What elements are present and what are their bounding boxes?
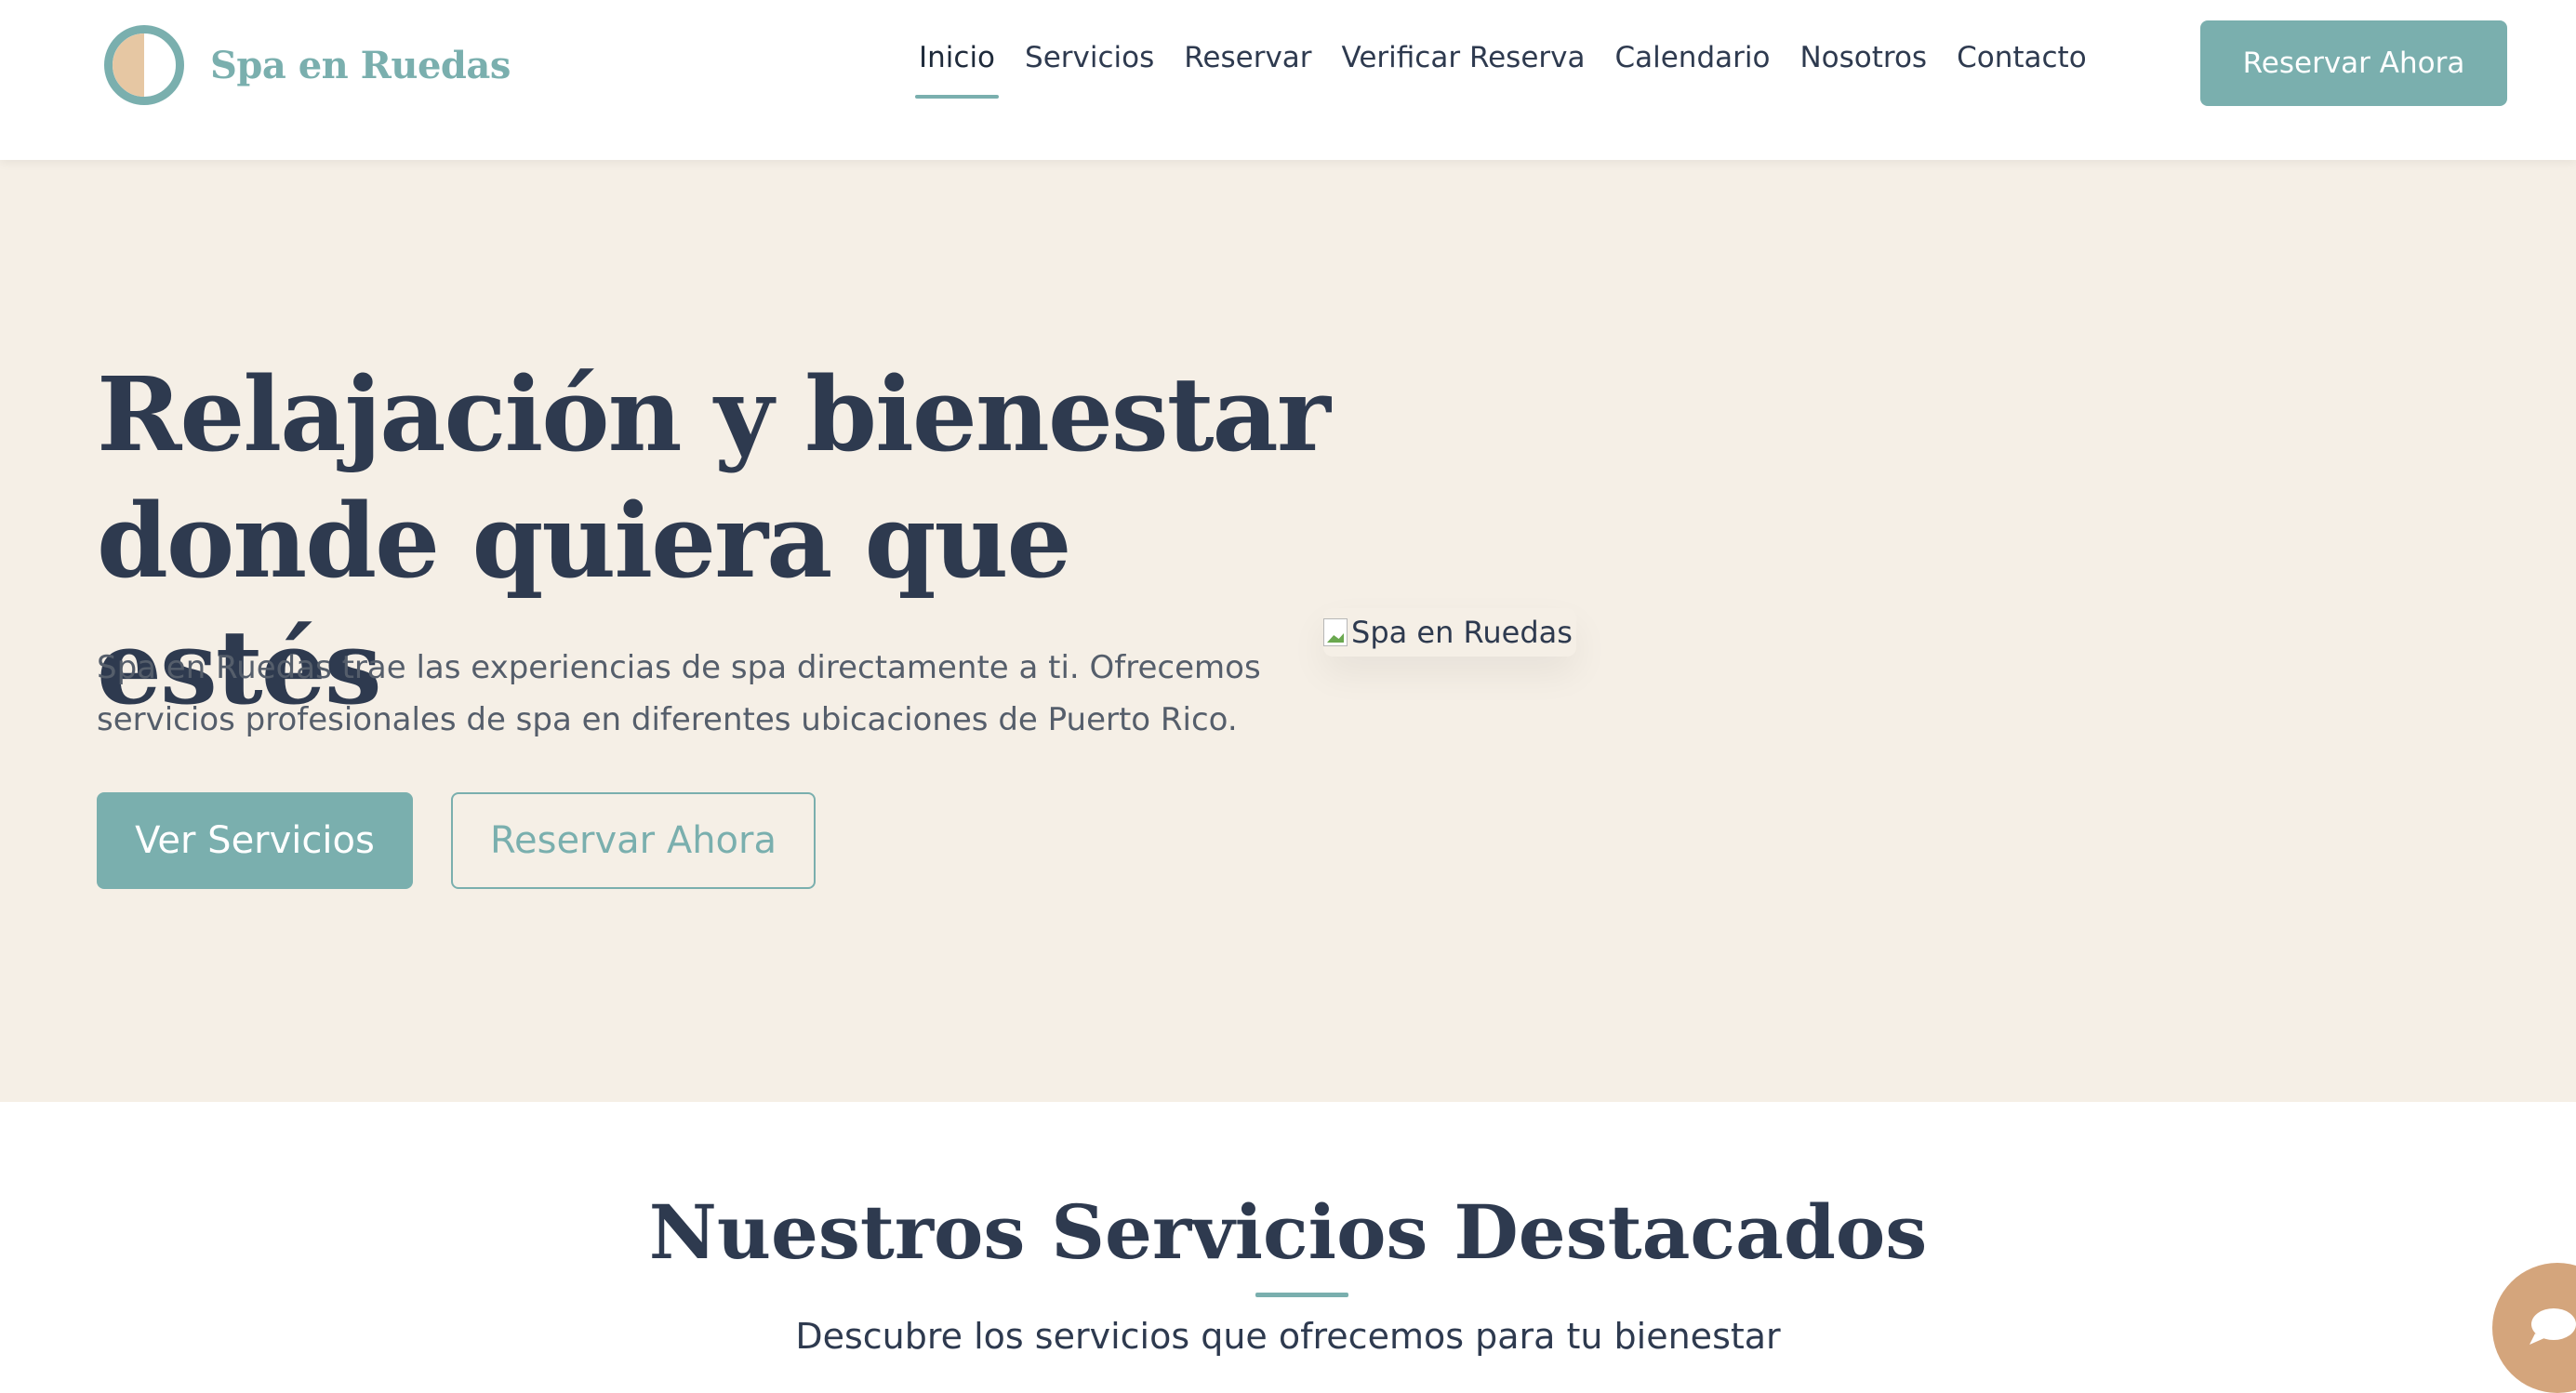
chat-bubble-icon	[2530, 1308, 2576, 1345]
main-nav: Inicio Servicios Reservar Verificar Rese…	[915, 41, 2087, 99]
services-title: Nuestros Servicios Destacados	[648, 1188, 1928, 1276]
active-nav-indicator	[915, 95, 1000, 99]
logo-link[interactable]: Spa en Ruedas	[104, 25, 511, 105]
featured-services-section: Nuestros Servicios Destacados Descubre l…	[0, 1102, 2576, 1357]
ver-servicios-button[interactable]: Ver Servicios	[97, 792, 413, 889]
services-subtitle: Descubre los servicios que ofrecemos par…	[795, 1316, 1781, 1357]
hero-title-line-1: Relajación y bienestar	[97, 354, 1331, 474]
nav-item-reservar[interactable]: Reservar	[1184, 41, 1311, 82]
nav-item-nosotros[interactable]: Nosotros	[1799, 41, 1927, 82]
services-title-divider	[1255, 1293, 1348, 1297]
nav-item-servicios[interactable]: Servicios	[1025, 41, 1154, 82]
hero-description: Spa en Ruedas trae las experiencias de s…	[97, 649, 1261, 738]
nav-item-verificar-reserva[interactable]: Verificar Reserva	[1342, 41, 1586, 82]
brand-name: Spa en Ruedas	[210, 43, 511, 87]
nav-item-calendario[interactable]: Calendario	[1614, 41, 1770, 82]
hero-section: Relajación y bienestar donde quiera que …	[0, 160, 2576, 1102]
nav-item-contacto[interactable]: Contacto	[1957, 41, 2087, 82]
nav-item-inicio[interactable]: Inicio	[915, 41, 1000, 99]
site-header: Spa en Ruedas Inicio Servicios Reservar …	[0, 0, 2576, 160]
hero-image-alt-text: Spa en Ruedas	[1351, 615, 1573, 650]
hero-image: Spa en Ruedas	[1323, 608, 1576, 657]
logo-icon	[104, 25, 184, 105]
hero-reservar-ahora-button[interactable]: Reservar Ahora	[451, 792, 816, 889]
broken-image-icon	[1323, 618, 1348, 646]
header-reservar-ahora-button[interactable]: Reservar Ahora	[2200, 20, 2507, 106]
